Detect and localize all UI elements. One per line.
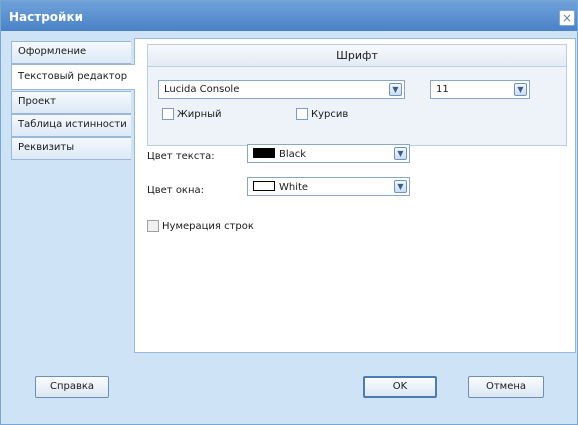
chevron-down-icon[interactable]: ▼: [514, 83, 527, 96]
color-swatch: [253, 148, 275, 158]
font-group-header: Шрифт: [148, 45, 566, 67]
window-color-value: White: [279, 182, 309, 193]
tab-text-editor[interactable]: Текстовый редактор: [11, 64, 135, 90]
title-bar[interactable]: Настройки ×: [1, 1, 577, 31]
cancel-button[interactable]: Отмена: [468, 376, 544, 398]
window-color-label: Цвет окна:: [147, 185, 205, 196]
tab-appearance[interactable]: Оформление: [11, 41, 131, 64]
tab-requisites[interactable]: Реквизиты: [11, 137, 131, 160]
settings-dialog: Настройки × Оформление Текстовый редакто…: [0, 0, 578, 425]
line-numbers-checkbox[interactable]: Нумерация строк: [147, 220, 254, 232]
help-button[interactable]: Справка: [35, 376, 109, 398]
checkbox-box[interactable]: [162, 108, 174, 120]
chevron-down-icon[interactable]: ▼: [394, 147, 407, 160]
font-group: Шрифт Lucida Console ▼ 11 ▼ Жирный Курси…: [147, 44, 567, 146]
window-title: Настройки: [9, 10, 84, 24]
window-color-select[interactable]: White ▼: [247, 177, 410, 196]
text-color-select[interactable]: Black ▼: [247, 144, 410, 163]
tab-project[interactable]: Проект: [11, 91, 131, 114]
italic-label: Курсив: [311, 108, 349, 120]
bold-checkbox[interactable]: Жирный: [162, 108, 222, 120]
close-button[interactable]: ×: [559, 10, 575, 26]
checkbox-box[interactable]: [147, 220, 159, 232]
font-size-value: 11: [436, 84, 449, 95]
font-size-select[interactable]: 11 ▼: [430, 80, 530, 99]
chevron-down-icon[interactable]: ▼: [394, 180, 407, 193]
line-numbers-label: Нумерация строк: [162, 220, 254, 232]
tab-truth-table[interactable]: Таблица истинности: [11, 114, 131, 137]
text-editor-panel: Шрифт Lucida Console ▼ 11 ▼ Жирный Курси…: [134, 38, 576, 353]
italic-checkbox[interactable]: Курсив: [296, 108, 348, 120]
text-color-value: Black: [279, 149, 307, 160]
font-family-value: Lucida Console: [164, 84, 240, 95]
text-color-label: Цвет текста:: [147, 151, 215, 162]
bold-label: Жирный: [177, 108, 222, 120]
chevron-down-icon[interactable]: ▼: [389, 83, 402, 96]
font-family-select[interactable]: Lucida Console ▼: [158, 80, 405, 99]
ok-button[interactable]: OK: [363, 376, 437, 398]
color-swatch: [253, 181, 275, 191]
checkbox-box[interactable]: [296, 108, 308, 120]
